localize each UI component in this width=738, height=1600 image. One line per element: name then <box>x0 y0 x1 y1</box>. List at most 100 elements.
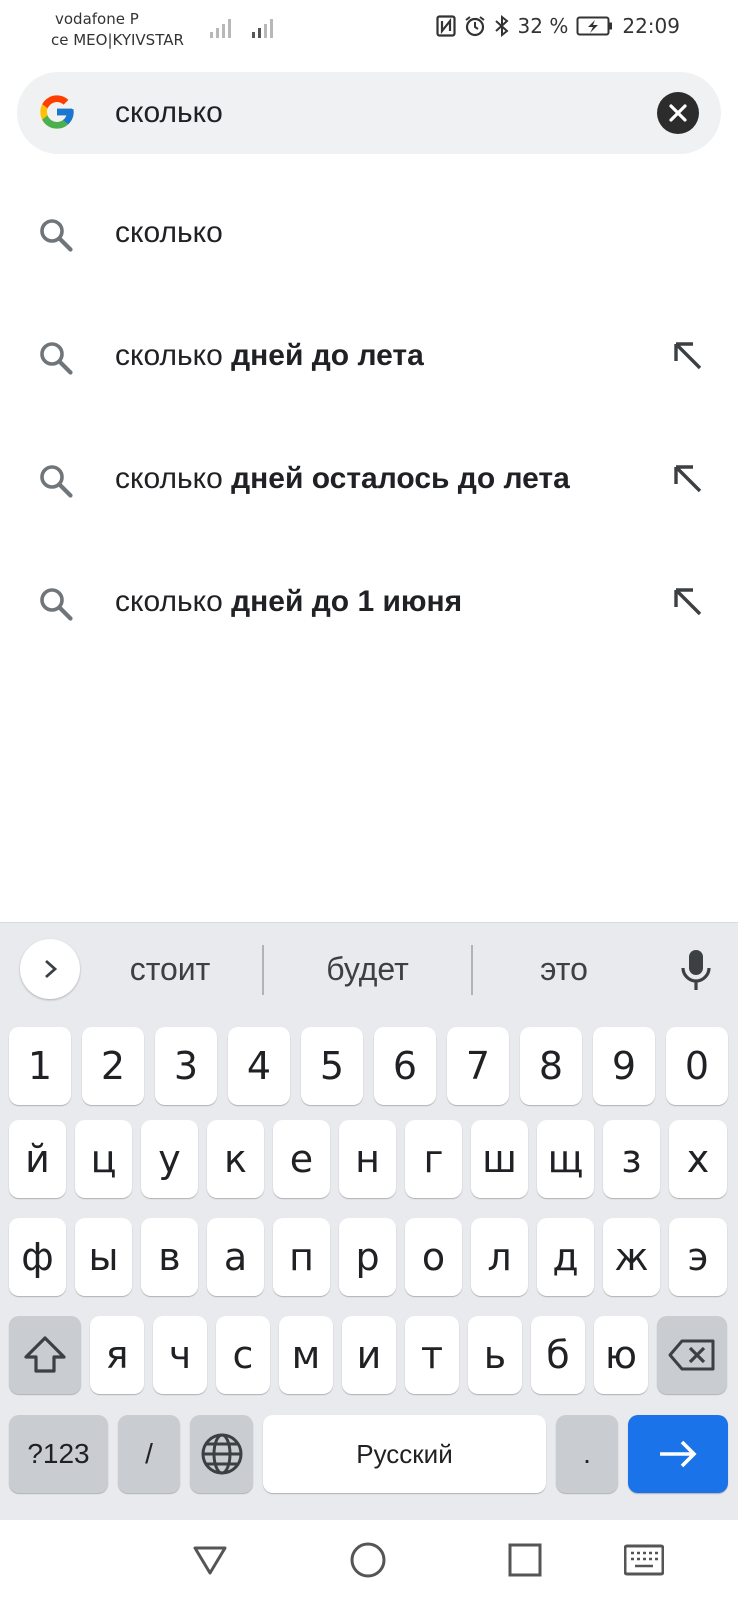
suggestion-item[interactable]: сколько дней до 1 июня <box>0 547 738 657</box>
home-icon[interactable] <box>348 1540 388 1580</box>
recents-icon[interactable] <box>505 1540 545 1580</box>
carrier-info: vodafone P ce MEO|KYIVSTAR <box>51 9 184 51</box>
word-divider <box>471 945 473 995</box>
word-divider <box>262 945 264 995</box>
fill-query-arrow-icon[interactable] <box>671 339 705 373</box>
key-letter[interactable]: щ <box>537 1120 594 1198</box>
key-letter[interactable]: н <box>339 1120 396 1198</box>
search-icon <box>40 219 73 252</box>
alarm-icon <box>464 16 485 37</box>
navigation-bar <box>0 1520 738 1600</box>
suggestion-item[interactable]: сколько дней осталось до лета <box>0 424 738 534</box>
slash-key[interactable]: / <box>118 1415 180 1493</box>
status-icons: 32 % 22:09 <box>435 14 680 38</box>
suggestion-text: сколько дней осталось до лета <box>115 462 570 495</box>
backspace-key[interactable] <box>657 1316 727 1394</box>
key-2[interactable]: 2 <box>82 1027 144 1105</box>
key-letter[interactable]: я <box>90 1316 144 1394</box>
clock: 22:09 <box>622 14 680 38</box>
suggestion-text: сколько <box>115 216 223 249</box>
search-bar[interactable] <box>17 72 721 154</box>
key-letter[interactable]: и <box>342 1316 396 1394</box>
key-letter[interactable]: ч <box>153 1316 207 1394</box>
key-letter[interactable]: ь <box>468 1316 522 1394</box>
key-letter[interactable]: э <box>669 1218 727 1296</box>
key-letter[interactable]: г <box>405 1120 462 1198</box>
key-6[interactable]: 6 <box>374 1027 436 1105</box>
clear-search-button[interactable] <box>657 92 699 134</box>
key-letter[interactable]: к <box>207 1120 264 1198</box>
key-letter[interactable]: л <box>471 1218 528 1296</box>
battery-charging-icon <box>576 16 613 36</box>
suggestion-item[interactable]: сколько дней до лета <box>0 301 738 411</box>
keyboard: стоит будет это 1 2 3 4 5 6 7 8 9 0 й ц … <box>0 922 738 1520</box>
google-g-logo <box>40 95 74 129</box>
key-letter[interactable]: п <box>273 1218 330 1296</box>
suggestion-text: сколько дней до 1 июня <box>115 585 463 618</box>
word-suggestion[interactable]: стоит <box>95 923 245 1015</box>
key-letter[interactable]: у <box>141 1120 198 1198</box>
key-letter[interactable]: о <box>405 1218 462 1296</box>
language-key[interactable] <box>190 1415 253 1493</box>
key-letter[interactable]: ж <box>603 1218 660 1296</box>
key-letter[interactable]: ы <box>75 1218 132 1296</box>
key-4[interactable]: 4 <box>228 1027 290 1105</box>
key-letter[interactable]: й <box>9 1120 66 1198</box>
search-icon <box>40 465 73 498</box>
key-letter[interactable]: д <box>537 1218 594 1296</box>
suggestion-item[interactable]: сколько <box>0 178 738 288</box>
key-letter[interactable]: р <box>339 1218 396 1296</box>
status-bar: vodafone P ce MEO|KYIVSTAR 32 % 22:09 <box>0 0 738 56</box>
fill-query-arrow-icon[interactable] <box>671 585 705 619</box>
search-icon <box>40 342 73 375</box>
space-key[interactable]: Русский <box>263 1415 546 1493</box>
key-letter[interactable]: т <box>405 1316 459 1394</box>
word-suggestion[interactable]: будет <box>280 923 455 1015</box>
word-suggestion[interactable]: это <box>490 923 638 1015</box>
keyboard-switch-icon[interactable] <box>624 1540 664 1580</box>
key-letter[interactable]: з <box>603 1120 660 1198</box>
nfc-icon <box>435 15 456 37</box>
shift-icon <box>24 1336 66 1373</box>
key-letter[interactable]: в <box>141 1218 198 1296</box>
key-letter[interactable]: ю <box>594 1316 648 1394</box>
bluetooth-icon <box>494 15 509 37</box>
close-icon <box>669 104 687 122</box>
chevron-right-icon <box>45 959 58 979</box>
search-icon <box>40 588 73 621</box>
key-letter[interactable]: ц <box>75 1120 132 1198</box>
key-1[interactable]: 1 <box>9 1027 71 1105</box>
key-letter[interactable]: а <box>207 1218 264 1296</box>
enter-key[interactable] <box>628 1415 728 1493</box>
key-9[interactable]: 9 <box>593 1027 655 1105</box>
fill-query-arrow-icon[interactable] <box>671 462 705 496</box>
period-key[interactable]: . <box>556 1415 618 1493</box>
key-0[interactable]: 0 <box>666 1027 728 1105</box>
key-letter[interactable]: м <box>279 1316 333 1394</box>
signal-strength-1-icon <box>210 16 236 38</box>
back-icon[interactable] <box>190 1540 230 1580</box>
suggestion-text: сколько дней до лета <box>115 339 424 372</box>
shift-key[interactable] <box>9 1316 81 1394</box>
key-letter[interactable]: е <box>273 1120 330 1198</box>
key-letter[interactable]: б <box>531 1316 585 1394</box>
key-3[interactable]: 3 <box>155 1027 217 1105</box>
key-8[interactable]: 8 <box>520 1027 582 1105</box>
carrier-2: ce MEO|KYIVSTAR <box>51 31 184 49</box>
key-letter[interactable]: ф <box>9 1218 66 1296</box>
keyboard-menu-button[interactable] <box>20 939 80 999</box>
key-letter[interactable]: х <box>669 1120 727 1198</box>
key-letter[interactable]: с <box>216 1316 270 1394</box>
carrier-1: vodafone P <box>55 10 139 28</box>
arrow-right-icon <box>660 1440 697 1468</box>
key-letter[interactable]: ш <box>471 1120 528 1198</box>
search-input[interactable] <box>115 72 615 154</box>
backspace-icon <box>668 1339 715 1371</box>
word-suggestion-strip: стоит будет это <box>0 923 738 1015</box>
symbols-key[interactable]: ?123 <box>9 1415 108 1493</box>
key-5[interactable]: 5 <box>301 1027 363 1105</box>
battery-percent: 32 % <box>517 14 569 38</box>
key-7[interactable]: 7 <box>447 1027 509 1105</box>
microphone-icon[interactable] <box>679 949 713 993</box>
signal-strength-2-icon <box>252 16 278 38</box>
